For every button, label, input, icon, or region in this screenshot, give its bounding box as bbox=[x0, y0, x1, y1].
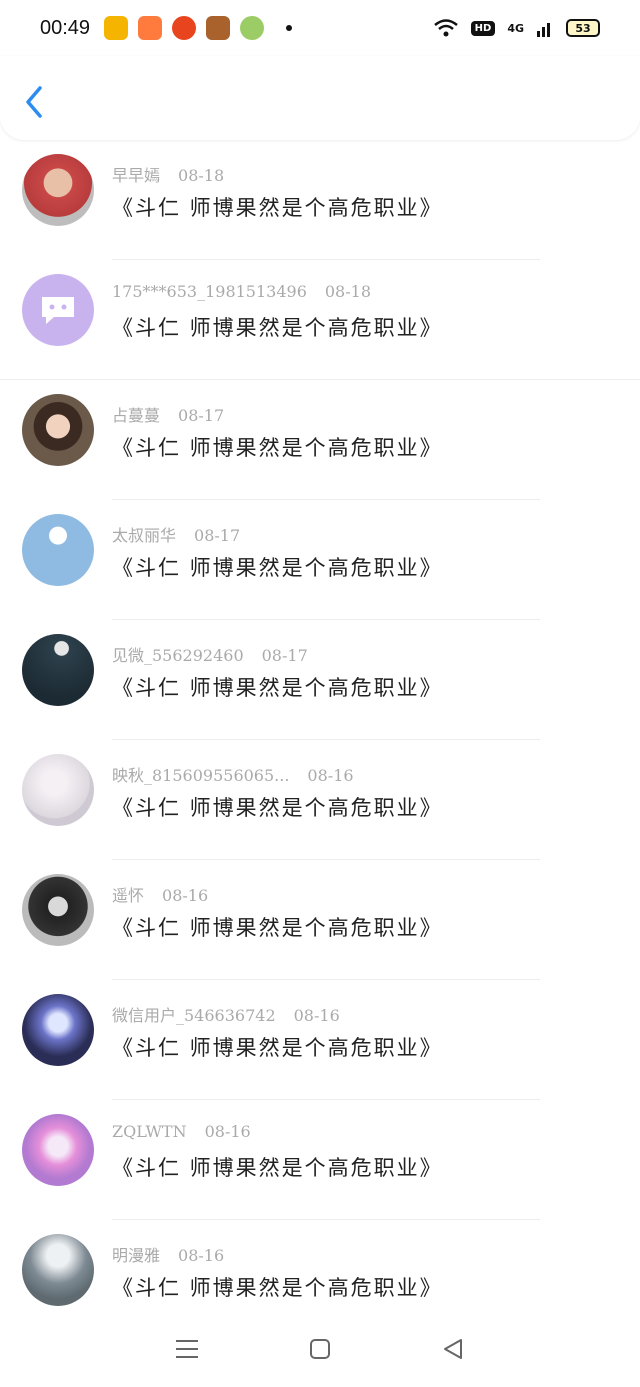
list-item[interactable]: 占蔓蔓 08-17 《斗仁 师博果然是个高危职业》 bbox=[0, 380, 640, 500]
avatar[interactable] bbox=[22, 274, 94, 346]
notification-icons bbox=[104, 16, 293, 40]
status-time: 00:49 bbox=[40, 16, 91, 39]
comment-text: 《斗仁 师博果然是个高危职业》 bbox=[112, 1276, 443, 1300]
avatar[interactable] bbox=[22, 754, 94, 826]
comment-list: 早早嫣 08-18 《斗仁 师博果然是个高危职业》 175***653_19815… bbox=[0, 140, 640, 1340]
avatar[interactable] bbox=[22, 1114, 94, 1186]
comment-text: 《斗仁 师博果然是个高危职业》 bbox=[112, 436, 443, 460]
status-bar: 00:49 HD 4G 53 bbox=[0, 0, 640, 56]
comment-date: 08-16 bbox=[293, 1006, 340, 1025]
comment-date: 08-16 bbox=[307, 766, 354, 785]
avatar[interactable] bbox=[22, 994, 94, 1066]
comment-text: 《斗仁 师博果然是个高危职业》 bbox=[112, 796, 443, 820]
more-notifications-dot bbox=[286, 25, 293, 31]
comment-text: 《斗仁 师博果然是个高危职业》 bbox=[112, 556, 443, 580]
chat-bubble-icon bbox=[42, 297, 74, 324]
username[interactable]: 微信用户_546636742 bbox=[112, 1006, 276, 1025]
username[interactable]: ZQLWTN bbox=[112, 1122, 187, 1141]
comment-date: 08-16 bbox=[178, 1246, 225, 1265]
username[interactable]: 见微_556292460 bbox=[112, 646, 244, 665]
signal-icon: 4G bbox=[507, 21, 524, 35]
comment-date: 08-16 bbox=[204, 1122, 251, 1141]
chevron-left-icon[interactable] bbox=[22, 84, 46, 120]
app-icon-1 bbox=[104, 16, 129, 40]
avatar[interactable] bbox=[22, 1234, 94, 1306]
signal-bars-icon bbox=[537, 23, 550, 37]
avatar[interactable] bbox=[22, 514, 94, 586]
comment-text: 《斗仁 师博果然是个高危职业》 bbox=[112, 196, 443, 220]
comment-date: 08-17 bbox=[194, 526, 241, 545]
list-item[interactable]: 微信用户_546636742 08-16 《斗仁 师博果然是个高危职业》 bbox=[0, 980, 640, 1100]
username[interactable]: 早早嫣 bbox=[112, 166, 160, 185]
username[interactable]: 明漫雅 bbox=[112, 1246, 160, 1265]
list-item[interactable]: 早早嫣 08-18 《斗仁 师博果然是个高危职业》 bbox=[0, 140, 640, 260]
hd-badge: HD bbox=[470, 20, 496, 36]
navigation-bar bbox=[0, 1310, 640, 1387]
wifi-icon bbox=[433, 19, 458, 37]
app-icon-2 bbox=[138, 16, 163, 40]
battery-icon: 53 bbox=[566, 19, 600, 37]
username[interactable]: 占蔓蔓 bbox=[112, 406, 160, 425]
comment-text: 《斗仁 师博果然是个高危职业》 bbox=[112, 1156, 443, 1180]
app-icon-5 bbox=[240, 16, 265, 40]
comment-text: 《斗仁 师博果然是个高危职业》 bbox=[112, 1036, 443, 1060]
comment-date: 08-17 bbox=[178, 406, 225, 425]
comment-date: 08-17 bbox=[261, 646, 308, 665]
list-item[interactable]: ZQLWTN 08-16 《斗仁 师博果然是个高危职业》 bbox=[0, 1100, 640, 1220]
app-icon-4 bbox=[206, 16, 231, 40]
header bbox=[0, 56, 640, 140]
avatar[interactable] bbox=[22, 394, 94, 466]
list-item[interactable]: 遥怀 08-16 《斗仁 师博果然是个高危职业》 bbox=[0, 860, 640, 980]
avatar[interactable] bbox=[22, 154, 94, 226]
comment-date: 08-18 bbox=[178, 166, 225, 185]
list-item[interactable]: 映秋_815609556065... 08-16 《斗仁 师博果然是个高危职业》 bbox=[0, 740, 640, 860]
app-icon-3 bbox=[172, 16, 197, 40]
list-item[interactable]: 见微_556292460 08-17 《斗仁 师博果然是个高危职业》 bbox=[0, 620, 640, 740]
comment-text: 《斗仁 师博果然是个高危职业》 bbox=[112, 916, 443, 940]
home-square-icon[interactable] bbox=[306, 1335, 334, 1363]
menu-icon[interactable] bbox=[173, 1335, 201, 1363]
list-item[interactable]: 175***653_1981513496 08-18 《斗仁 师博果然是个高危职业… bbox=[0, 260, 640, 380]
comment-text: 《斗仁 师博果然是个高危职业》 bbox=[112, 316, 443, 340]
username[interactable]: 遥怀 bbox=[112, 886, 144, 905]
username[interactable]: 175***653_1981513496 bbox=[112, 282, 307, 301]
avatar[interactable] bbox=[22, 874, 94, 946]
username[interactable]: 映秋_815609556065... bbox=[112, 766, 289, 785]
username[interactable]: 太叔丽华 bbox=[112, 526, 176, 545]
comment-date: 08-16 bbox=[162, 886, 209, 905]
comment-text: 《斗仁 师博果然是个高危职业》 bbox=[112, 676, 443, 700]
list-item[interactable]: 太叔丽华 08-17 《斗仁 师博果然是个高危职业》 bbox=[0, 500, 640, 620]
avatar[interactable] bbox=[22, 634, 94, 706]
back-triangle-icon[interactable] bbox=[439, 1335, 467, 1363]
comment-date: 08-18 bbox=[324, 282, 371, 301]
